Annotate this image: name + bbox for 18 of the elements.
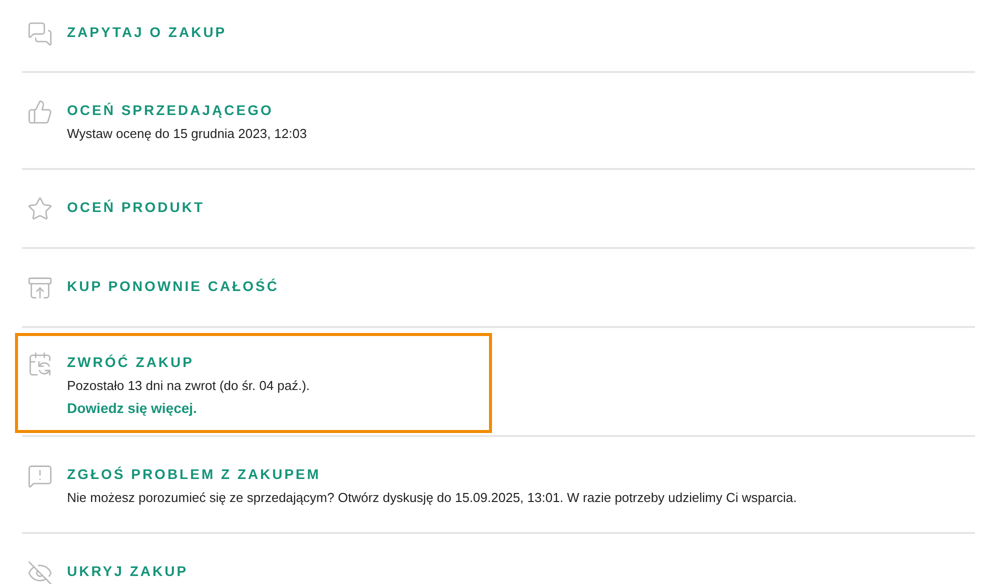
return-icon [27, 351, 53, 377]
star-icon [27, 196, 53, 222]
action-title[interactable]: KUP PONOWNIE CAŁOŚĆ [67, 275, 279, 297]
chat-bubbles-icon [27, 21, 53, 47]
tray-arrow-icon [27, 275, 53, 301]
action-description: Nie możesz porozumieć się ze sprzedającym? Otwórz dyskusję do 15.09.2025, 13:01. W razie potrzeby udzielimy Ci wsparcia. [67, 489, 797, 507]
thumbs-up-icon [27, 99, 53, 125]
action-title[interactable]: ZAPYTAJ O ZAKUP [67, 21, 227, 43]
action-title[interactable]: OCEŃ PRODUKT [67, 196, 205, 218]
action-title[interactable]: OCEŃ SPRZEDAJĄCEGO [67, 99, 307, 121]
action-description: Pozostało 13 dni na zwrot (do śr. 04 paź.). [67, 377, 310, 395]
action-description: Wystaw ocenę do 15 grudnia 2023, 12:03 [67, 125, 307, 143]
eye-off-icon [27, 560, 53, 584]
action-title[interactable]: ZWRÓĆ ZAKUP [67, 351, 310, 373]
learn-more-link[interactable]: Dowiedz się więcej. [67, 399, 197, 417]
action-title[interactable]: UKRYJ ZAKUP [67, 560, 188, 582]
message-alert-icon [27, 463, 53, 489]
action-title[interactable]: ZGŁOŚ PROBLEM Z ZAKUPEM [67, 463, 797, 485]
